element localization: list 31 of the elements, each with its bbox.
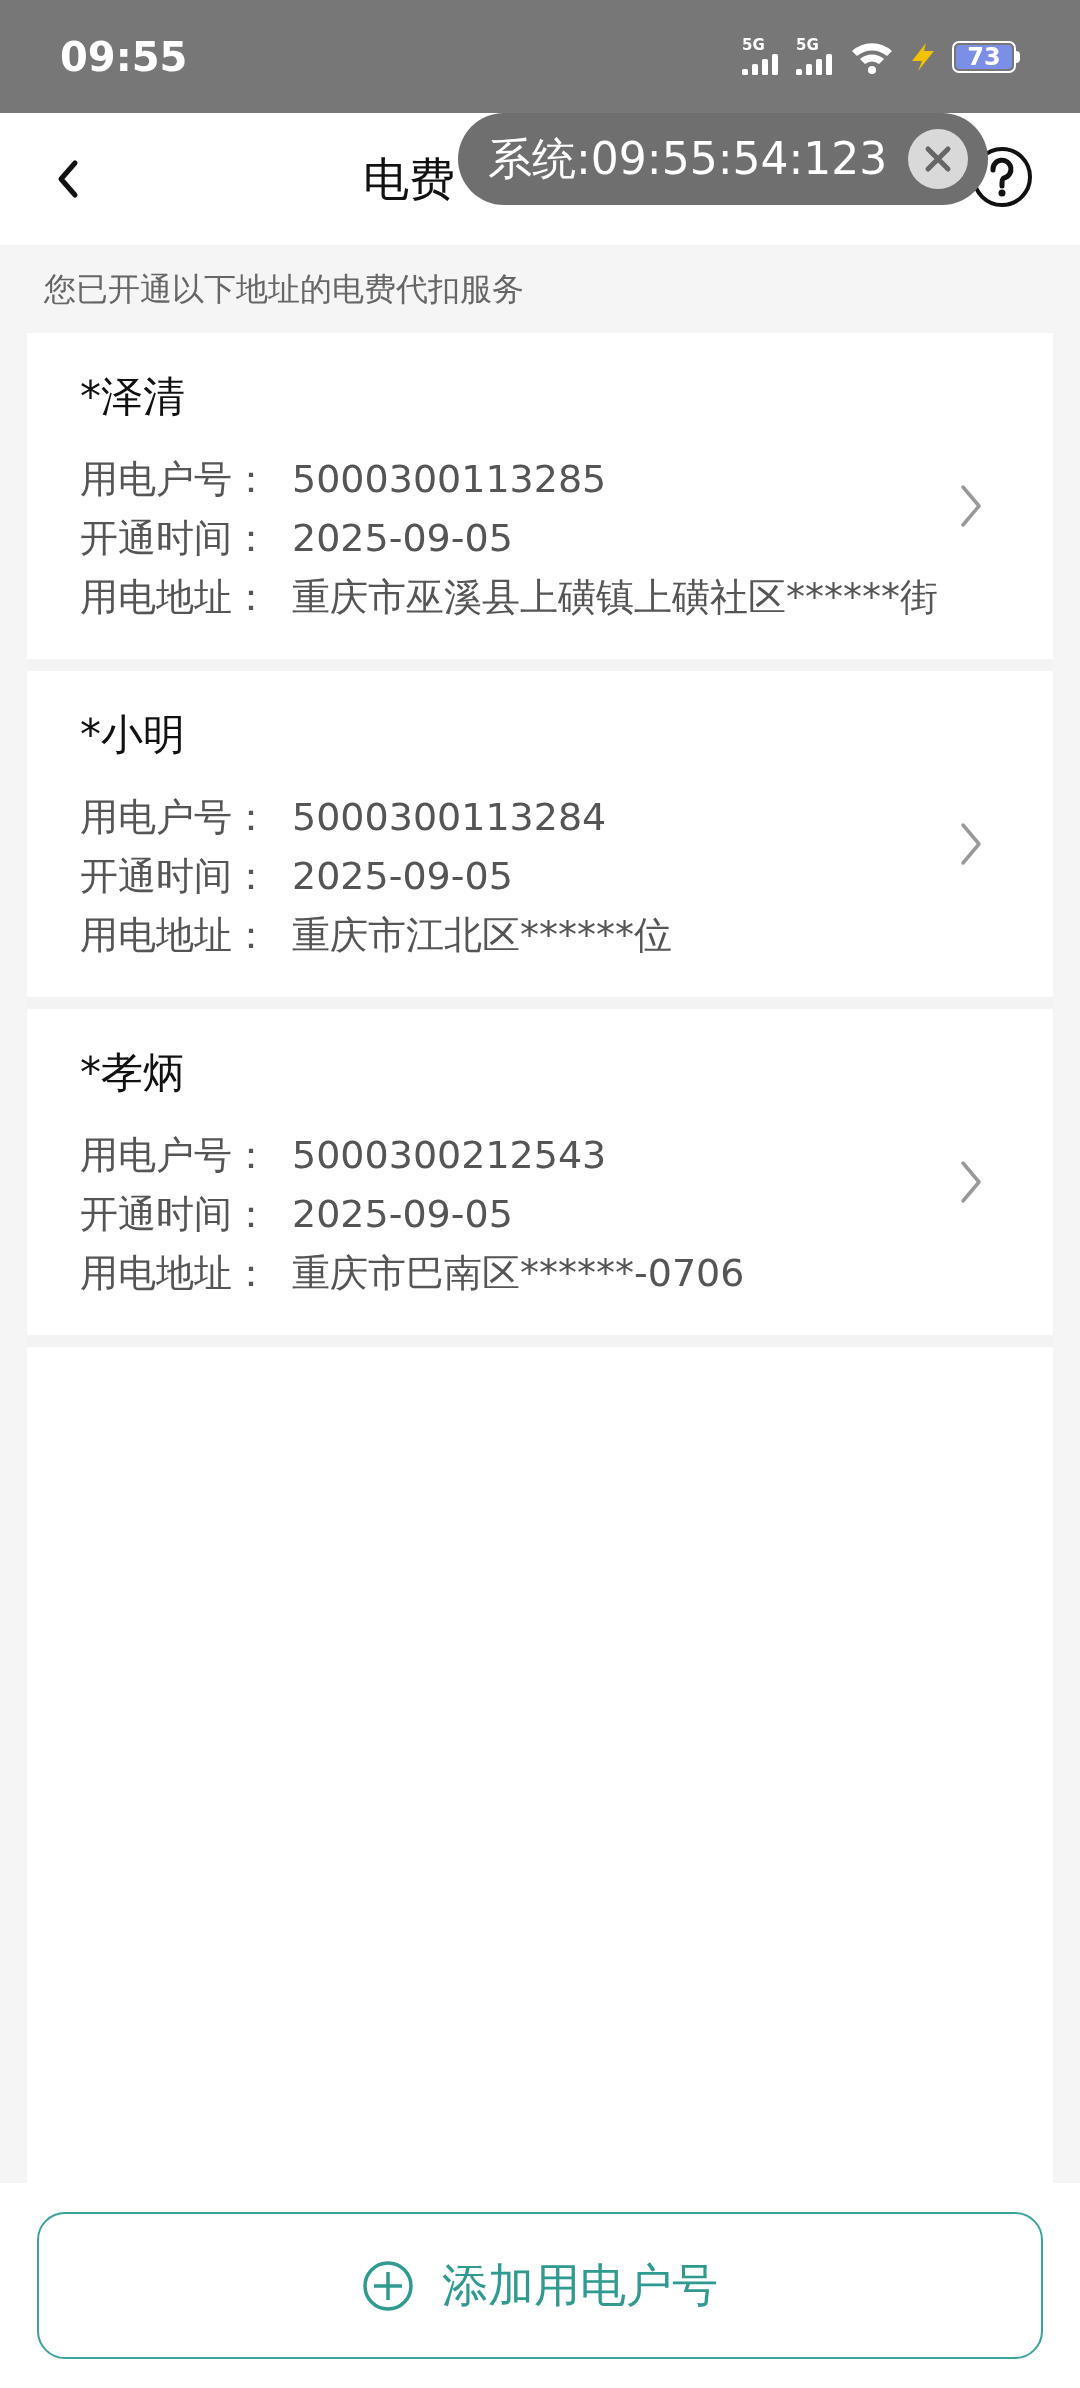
account-name: *泽清 (80, 371, 186, 423)
plus-circle-icon (362, 2259, 414, 2312)
field-label: 用电户号： (80, 794, 271, 841)
field-value: 5000300212543 (292, 1132, 607, 1179)
field-label: 开通时间： (80, 515, 271, 562)
field-value: 2025-09-05 (292, 515, 513, 562)
chevron-right-icon (959, 821, 983, 867)
field-value: 2025-09-05 (292, 1191, 513, 1238)
close-button[interactable] (908, 129, 968, 189)
field-label: 开通时间： (80, 853, 271, 900)
close-icon (924, 145, 952, 173)
field-value: 5000300113285 (292, 456, 607, 503)
account-name: *孝炳 (80, 1047, 186, 1099)
status-time: 09:55 (60, 32, 188, 82)
field-value: 2025-09-05 (292, 853, 513, 900)
chevron-right-icon (959, 1159, 983, 1205)
field-label: 开通时间： (80, 1191, 271, 1238)
subtitle: 您已开通以下地址的电费代扣服务 (44, 269, 524, 310)
field-label: 用电地址： (80, 1250, 271, 1297)
field-value: 重庆市巴南区******-0706 (292, 1250, 745, 1297)
chevron-right-icon (959, 483, 983, 529)
toast: 系统:09:55:54:123 (458, 113, 988, 205)
field-label: 用电地址： (80, 912, 271, 959)
page-title: 电费 (363, 150, 455, 208)
account-name: *小明 (80, 709, 186, 761)
field-label: 用电户号： (80, 1132, 271, 1179)
field-label: 用电地址： (80, 574, 271, 621)
field-value: 重庆市江北区******位 (292, 912, 672, 959)
field-value: 5000300113284 (292, 794, 607, 841)
field-label: 用电户号： (80, 456, 271, 503)
field-value: 重庆市巫溪县上磺镇上磺社区******街 (292, 574, 938, 621)
